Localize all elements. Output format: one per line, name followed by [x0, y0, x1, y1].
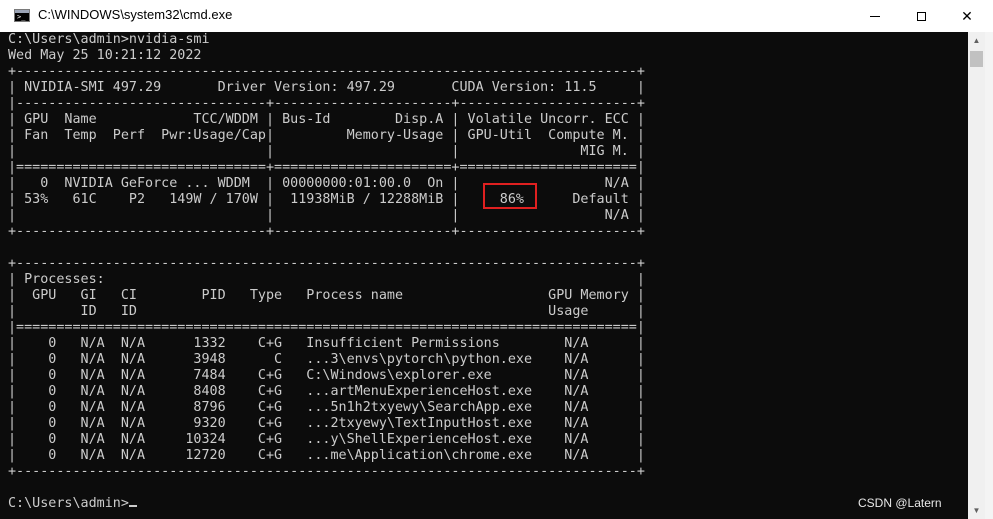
close-icon: ✕ — [961, 7, 973, 24]
console-output: C:\Users\admin>nvidia-smi Wed May 25 10:… — [8, 32, 645, 512]
window-edge — [985, 32, 993, 519]
scroll-down-arrow-icon[interactable]: ▼ — [968, 502, 985, 519]
text-cursor — [128, 505, 137, 507]
nvidia-smi-output-rest: Default | | | | N/A | +-----------------… — [8, 192, 645, 511]
cmd-icon[interactable]: >_ — [14, 9, 30, 22]
console-area[interactable]: C:\Users\admin>nvidia-smi Wed May 25 10:… — [0, 32, 968, 519]
cmd-window: >_ C:\WINDOWS\system32\cmd.exe ✕ C:\User… — [0, 0, 993, 519]
scroll-up-arrow-icon[interactable]: ▲ — [968, 32, 985, 49]
nvidia-smi-output-top: C:\Users\admin>nvidia-smi Wed May 25 10:… — [8, 32, 645, 207]
maximize-button[interactable] — [898, 0, 944, 32]
minimize-button[interactable] — [852, 0, 898, 32]
maximize-icon — [916, 11, 926, 21]
gpu-util-highlight-box — [483, 183, 537, 209]
window-title: C:\WINDOWS\system32\cmd.exe — [38, 7, 233, 22]
close-button[interactable]: ✕ — [944, 0, 990, 32]
cmd-icon-glyph: >_ — [17, 13, 26, 21]
minimize-icon — [870, 15, 880, 17]
vertical-scrollbar[interactable]: ▲ ▼ — [968, 32, 985, 519]
title-bar[interactable]: >_ C:\WINDOWS\system32\cmd.exe ✕ — [0, 0, 993, 33]
scrollbar-thumb[interactable] — [970, 51, 983, 67]
watermark: CSDN @Latern — [858, 496, 942, 510]
